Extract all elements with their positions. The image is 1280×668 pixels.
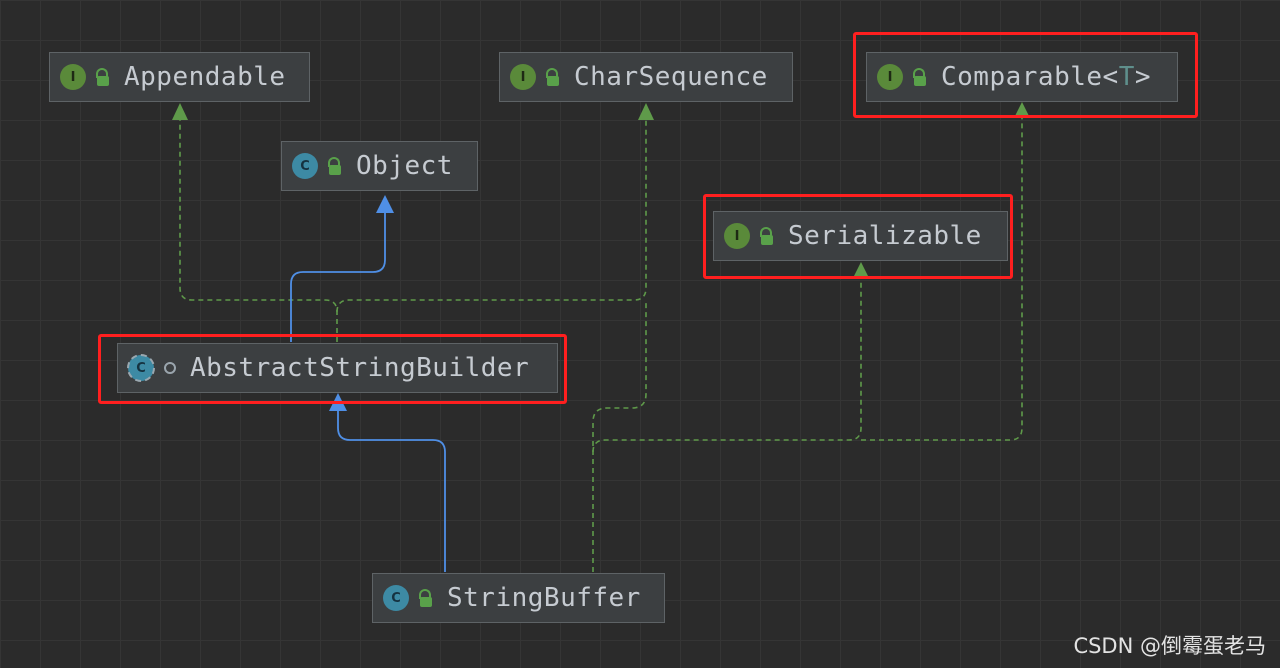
- edge-sb-extends-asb: [337, 410, 446, 572]
- node-object[interactable]: C Object: [281, 141, 478, 191]
- node-charsequence[interactable]: I CharSequence: [499, 52, 793, 102]
- node-label: Serializable: [788, 221, 982, 251]
- public-lock-icon: [417, 588, 433, 608]
- arrowhead-serializable: [853, 262, 869, 278]
- node-label: CharSequence: [574, 62, 768, 92]
- node-label: Object: [356, 151, 453, 181]
- edge-sb-implements-comparable: [861, 118, 1023, 441]
- arrowhead-object: [376, 195, 394, 213]
- type-param: T: [1118, 62, 1135, 92]
- node-serializable[interactable]: I Serializable: [713, 211, 1008, 261]
- public-lock-icon: [544, 67, 560, 87]
- node-stringbuffer[interactable]: C StringBuffer: [372, 573, 665, 623]
- public-lock-icon: [758, 226, 774, 246]
- interface-icon: I: [510, 64, 536, 90]
- node-comparable[interactable]: I Comparable<T>: [866, 52, 1178, 102]
- class-name: Comparable: [941, 62, 1103, 92]
- type-param-close: >: [1134, 62, 1152, 92]
- interface-icon: I: [877, 64, 903, 90]
- node-label: Comparable<T>: [941, 62, 1151, 92]
- interface-icon: I: [724, 223, 750, 249]
- arrowhead-charsequence: [638, 103, 654, 120]
- watermark: CSDN @倒霉蛋老马: [1073, 634, 1266, 658]
- public-lock-icon: [326, 156, 342, 176]
- arrowhead-abstractstringbuilder: [329, 393, 347, 411]
- abstract-class-icon: C: [127, 354, 155, 382]
- public-lock-icon: [94, 67, 110, 87]
- edge-sb-implements-charsequence: [592, 300, 647, 572]
- edge-sb-implements-serializable: [592, 278, 862, 453]
- node-label: Appendable: [124, 62, 286, 92]
- public-lock-icon: [911, 67, 927, 87]
- edge-asb-extends-object: [290, 212, 386, 342]
- node-label: AbstractStringBuilder: [190, 353, 530, 383]
- node-appendable[interactable]: I Appendable: [49, 52, 310, 102]
- arrowhead-appendable: [172, 103, 188, 120]
- node-abstractstringbuilder[interactable]: C AbstractStringBuilder: [117, 343, 558, 393]
- interface-icon: I: [60, 64, 86, 90]
- package-private-icon: [164, 362, 176, 374]
- node-label: StringBuffer: [447, 583, 641, 613]
- class-icon: C: [292, 153, 318, 179]
- arrowhead-comparable: [1014, 102, 1030, 118]
- type-param-open: <: [1102, 62, 1119, 92]
- final-class-icon: C: [383, 585, 409, 611]
